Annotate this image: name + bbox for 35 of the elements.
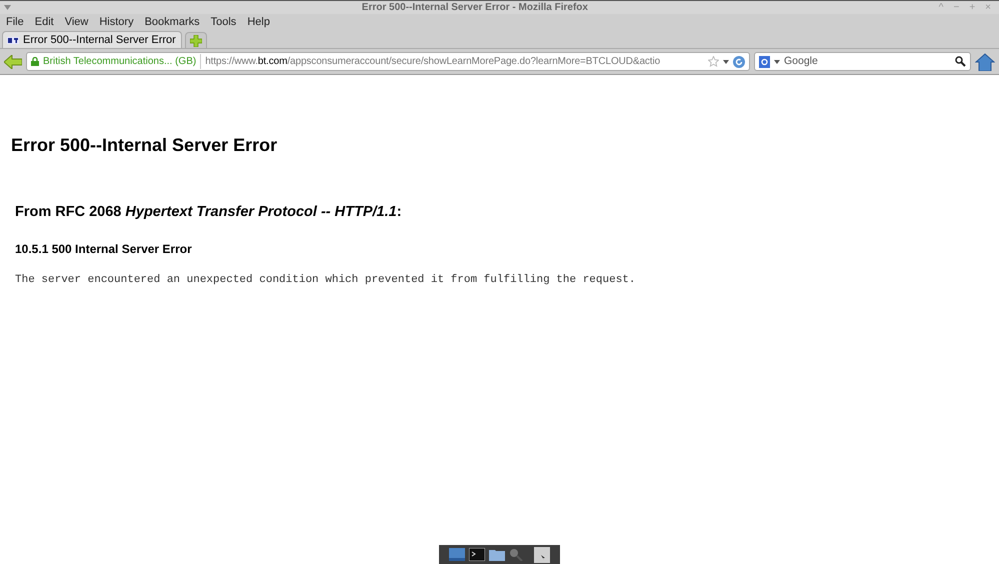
url-text: https://www.bt.com/appsconsumeraccount/secure/showLearnMorePage.do?learnMore=BTCLOUD&actio — [205, 55, 660, 69]
magnifier-icon[interactable] — [509, 548, 523, 561]
padlock-icon — [31, 57, 39, 66]
search-icon[interactable] — [955, 56, 966, 67]
rfc-heading: From RFC 2068 Hypertext Transfer Protocol -- HTTP/1.1: — [15, 203, 403, 222]
star-icon[interactable] — [708, 56, 719, 67]
home-icon[interactable] — [975, 52, 995, 70]
browser-tab[interactable]: Error 500--Internal Server Error — [2, 31, 182, 48]
address-bar[interactable]: British Telecommunications... (GB) https://www.bt.com/appsconsumeraccount/secure/showLearnMorePage.do?learnMore=BTCLOUD&actio — [26, 52, 750, 71]
window-menu-icon[interactable] — [4, 5, 11, 10]
search-field[interactable]: Google — [754, 52, 971, 71]
desktop-icon[interactable] — [534, 546, 550, 562]
menu-item[interactable]: Edit — [34, 14, 54, 31]
terminal-icon[interactable] — [469, 548, 485, 561]
window-title: Error 500--Internal Server Error - Mozilla Firefox — [360, 1, 589, 15]
menu-item[interactable]: Tools — [210, 14, 236, 31]
menu-item[interactable]: History — [99, 14, 134, 31]
reload-icon[interactable] — [733, 56, 745, 68]
error-message: The server encountered an unexpected condition which prevented it from fulfilling the request. — [15, 272, 637, 288]
error-heading: Error 500--Internal Server Error — [11, 134, 278, 157]
section-heading: 10.5.1 500 Internal Server Error — [15, 240, 193, 258]
bt-logo-icon — [7, 36, 19, 44]
site-identity[interactable]: British Telecommunications... (GB) — [43, 54, 202, 69]
dropdown-icon[interactable] — [774, 60, 780, 64]
plus-icon — [190, 34, 202, 46]
menu-item[interactable]: View — [64, 14, 88, 31]
back-arrow-icon[interactable] — [4, 54, 22, 68]
google-icon[interactable] — [759, 56, 770, 68]
menu-item[interactable]: Bookmarks — [144, 14, 200, 31]
dropdown-icon[interactable] — [723, 60, 729, 64]
folder-icon[interactable] — [489, 548, 505, 561]
menu-item[interactable]: Help — [247, 14, 270, 31]
tab-title: Error 500--Internal Server Error — [23, 32, 176, 48]
search-input[interactable]: Google — [784, 54, 951, 70]
menu-item[interactable]: File — [6, 14, 24, 31]
